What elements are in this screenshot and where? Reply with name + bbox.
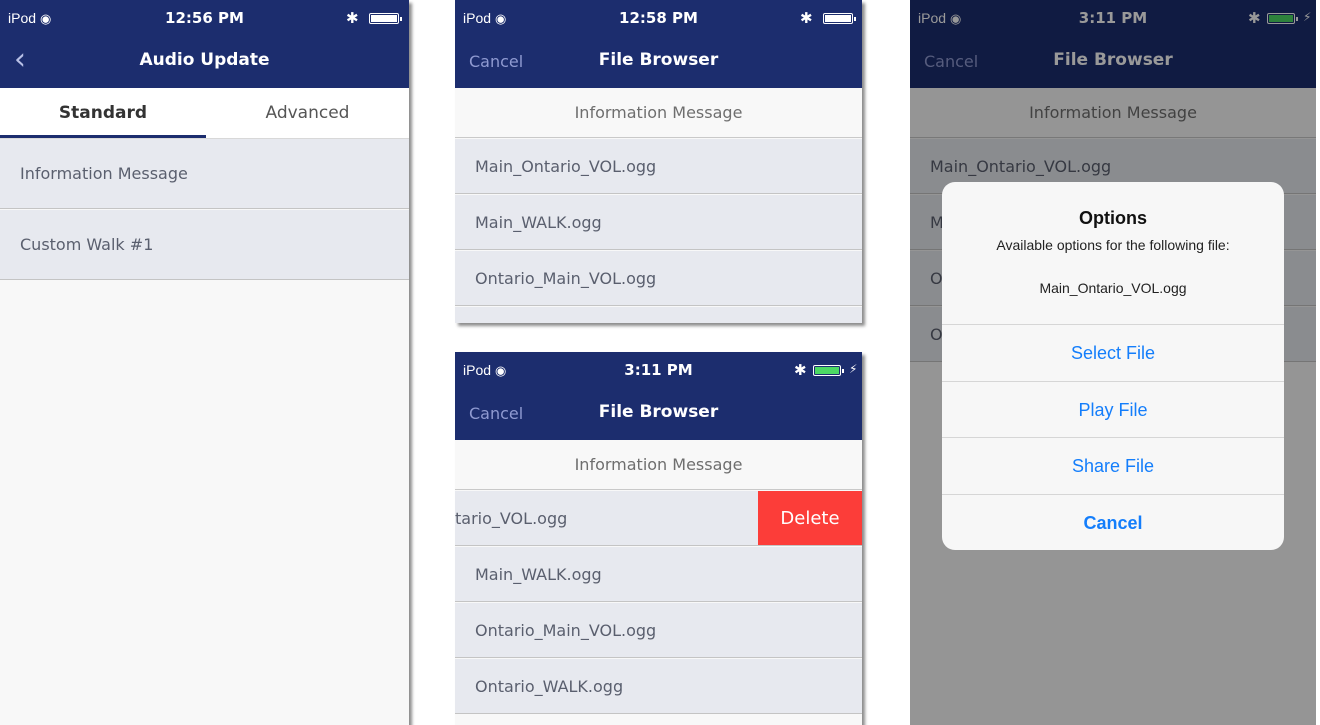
charging-icon: ⚡ [849,362,858,376]
nav-bar: iPod ◉ 12:58 PM ✱ Cancel File Browser [455,0,862,88]
page-title: File Browser [598,402,719,422]
play-file-button[interactable]: Play File [942,381,1284,438]
status-bar: iPod ◉ 12:56 PM ✱ [0,0,409,35]
battery-icon [813,365,844,376]
file-row[interactable]: Ontario_WALK.ogg [455,659,862,714]
screen-file-browser-options: iPod ◉ 3:11 PM ✱ ⚡ Cancel File Browser In… [910,0,1316,725]
options-alert: Options Available options for the follow… [942,182,1284,550]
nav-bar: iPod ◉ 3:11 PM ✱ ⚡ Cancel File Browser [455,352,862,440]
bluetooth-icon: ✱ [800,9,813,27]
section-header: Information Message [455,441,862,490]
list-item[interactable]: Information Message [0,139,409,209]
screen-audio-update: iPod ◉ 12:56 PM ✱ ‹ Audio Update Standard… [0,0,409,725]
status-bar: iPod ◉ 3:11 PM ✱ ⚡ [455,352,862,387]
segmented-tabs: Standard Advanced [0,88,409,139]
file-row-swiped[interactable]: tario_VOL.ogg Delete [455,491,862,546]
battery-icon [369,13,402,24]
page-title: Audio Update [139,50,270,70]
nav-bar: iPod ◉ 12:56 PM ✱ ‹ Audio Update [0,0,409,88]
section-header: Information Message [455,89,862,138]
list-item[interactable]: Custom Walk #1 [0,210,409,280]
tab-selection-indicator [0,135,206,138]
file-row[interactable]: Main_WALK.ogg [455,195,862,250]
delete-button[interactable]: Delete [758,491,862,545]
screen-file-browser: iPod ◉ 12:58 PM ✱ Cancel File Browser Inf… [455,0,862,323]
screen-file-browser-swipe: iPod ◉ 3:11 PM ✱ ⚡ Cancel File Browser In… [455,352,862,725]
alert-cancel-button[interactable]: Cancel [942,494,1284,550]
file-row[interactable]: Ontario_Main_VOL.ogg [455,251,862,306]
bluetooth-icon: ✱ [794,361,807,379]
select-file-button[interactable]: Select File [942,324,1284,381]
page-title: File Browser [598,50,719,70]
file-row[interactable]: Main_Ontario_VOL.ogg [455,139,862,194]
file-row[interactable] [455,307,862,323]
status-bar: iPod ◉ 12:58 PM ✱ [455,0,862,35]
file-row[interactable]: Main_WALK.ogg [455,547,862,602]
battery-icon [823,13,856,24]
file-row-label: tario_VOL.ogg [455,509,568,528]
alert-title: Options [1079,208,1147,228]
alert-message: Available options for the following file… [996,237,1230,253]
bluetooth-icon: ✱ [346,9,359,27]
tab-advanced[interactable]: Advanced [206,88,409,138]
share-file-button[interactable]: Share File [942,437,1284,494]
file-row[interactable]: Ontario_Main_VOL.ogg [455,603,862,658]
tab-standard[interactable]: Standard [0,88,206,138]
alert-file-name: Main_Ontario_VOL.ogg [1039,280,1187,296]
